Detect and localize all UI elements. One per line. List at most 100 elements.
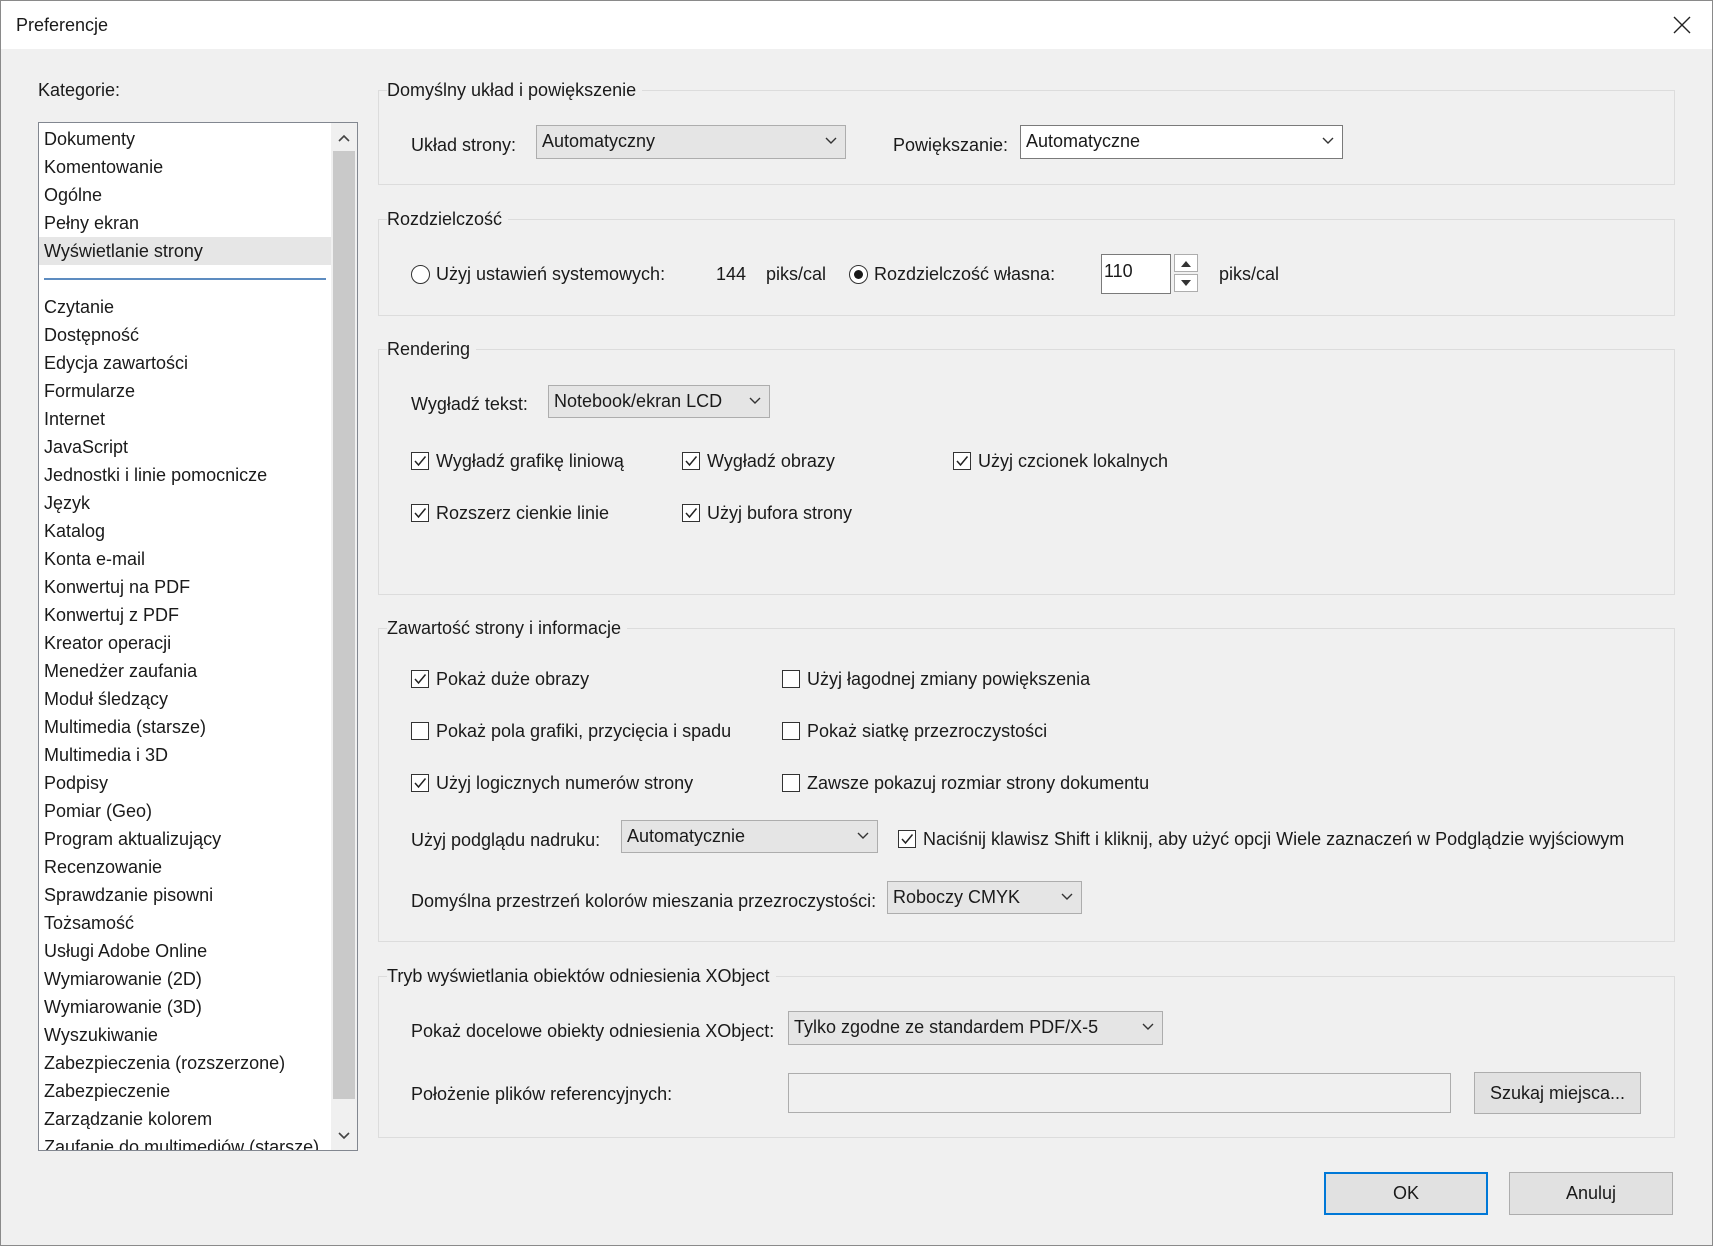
category-item[interactable]: Czytanie <box>39 293 331 321</box>
category-item-komentowanie[interactable]: Komentowanie <box>39 153 331 181</box>
close-button[interactable] <box>1652 1 1712 49</box>
overprint-preview-value: Automatycznie <box>627 826 746 846</box>
category-item[interactable]: Internet <box>39 405 331 433</box>
category-item[interactable]: Język <box>39 489 331 517</box>
category-item-ogolne[interactable]: Ogólne <box>39 181 331 209</box>
category-item[interactable]: Dostępność <box>39 321 331 349</box>
system-resolution-label: Użyj ustawień systemowych: <box>436 264 666 284</box>
category-item[interactable]: Multimedia (starsze) <box>39 713 331 741</box>
spin-down-button[interactable] <box>1174 274 1198 292</box>
xobject-title: Tryb wyświetlania obiektów odniesienia X… <box>387 966 776 987</box>
smooth-text-select[interactable]: Notebook/ekran LCD <box>548 385 770 418</box>
show-transparency-grid-checkbox[interactable] <box>782 722 800 740</box>
ok-button[interactable]: OK <box>1324 1172 1488 1215</box>
category-item[interactable]: Usługi Adobe Online <box>39 937 331 965</box>
category-item[interactable]: Kreator operacji <box>39 629 331 657</box>
category-item[interactable]: Formularze <box>39 377 331 405</box>
category-item-dokumenty[interactable]: Dokumenty <box>39 125 331 153</box>
category-item[interactable]: Edycja zawartości <box>39 349 331 377</box>
category-item[interactable]: Tożsamość <box>39 909 331 937</box>
chevron-down-icon <box>817 126 845 158</box>
cancel-button[interactable]: Anuluj <box>1509 1172 1673 1215</box>
blend-space-label: Domyślna przestrzeń kolorów mieszania pr… <box>411 891 877 911</box>
category-item[interactable]: Zarządzanie kolorem <box>39 1105 331 1133</box>
local-fonts-checkbox[interactable] <box>953 452 971 470</box>
chevron-down-icon <box>1314 126 1342 158</box>
zoom-label: Powiększanie: <box>893 135 1009 155</box>
category-item[interactable]: Multimedia i 3D <box>39 741 331 769</box>
overprint-preview-select[interactable]: Automatycznie <box>621 820 878 853</box>
always-show-doc-size-label: Zawsze pokazuj rozmiar strony dokumentu <box>807 773 1150 793</box>
chevron-down-icon <box>741 386 769 417</box>
categories-scrollbar[interactable] <box>331 123 357 1150</box>
show-large-images-checkbox[interactable] <box>411 670 429 688</box>
always-show-doc-size-checkbox[interactable] <box>782 774 800 792</box>
category-item-wyswietlanie-strony[interactable]: Wyświetlanie strony <box>39 237 331 265</box>
logical-page-numbers-label: Użyj logicznych numerów strony <box>436 773 694 793</box>
category-item[interactable]: Zabezpieczenie <box>39 1077 331 1105</box>
smooth-zoom-label: Użyj łagodnej zmiany powiększenia <box>807 669 1091 689</box>
category-item[interactable]: Recenzowanie <box>39 853 331 881</box>
zoom-value: Automatyczne <box>1026 131 1141 151</box>
scroll-up-button[interactable] <box>331 125 357 151</box>
logical-page-numbers-checkbox[interactable] <box>411 774 429 792</box>
custom-resolution-value: 110 <box>1104 261 1133 281</box>
blend-space-select[interactable]: Roboczy CMYK <box>887 881 1082 914</box>
smooth-line-art-label: Wygładź grafikę liniową <box>436 451 624 471</box>
xobject-show-select[interactable]: Tylko zgodne ze standardem PDF/X-5 <box>788 1011 1163 1045</box>
system-resolution-radio[interactable] <box>411 265 430 284</box>
smooth-line-art-checkbox[interactable] <box>411 452 429 470</box>
category-item[interactable]: Program aktualizujący <box>39 825 331 853</box>
category-item[interactable]: Katalog <box>39 517 331 545</box>
shift-click-checkbox[interactable] <box>898 830 916 848</box>
category-item[interactable]: Pomiar (Geo) <box>39 797 331 825</box>
smooth-text-label: Wygładź tekst: <box>411 394 528 414</box>
smooth-zoom-checkbox[interactable] <box>782 670 800 688</box>
system-resolution-value: 144 <box>716 264 747 284</box>
category-item[interactable]: Konwertuj z PDF <box>39 601 331 629</box>
show-art-trim-bleed-checkbox[interactable] <box>411 722 429 740</box>
category-item[interactable]: Menedżer zaufania <box>39 657 331 685</box>
page-cache-checkbox[interactable] <box>682 504 700 522</box>
category-item-pelny-ekran[interactable]: Pełny ekran <box>39 209 331 237</box>
category-item[interactable]: Wyszukiwanie <box>39 1021 331 1049</box>
category-item[interactable]: Sprawdzanie pisowni <box>39 881 331 909</box>
custom-resolution-unit: piks/cal <box>1219 264 1280 284</box>
category-item[interactable]: Moduł śledzący <box>39 685 331 713</box>
smooth-text-value: Notebook/ekran LCD <box>554 391 723 411</box>
page-layout-value: Automatyczny <box>542 131 656 151</box>
ref-files-label: Położenie plików referencyjnych: <box>411 1084 673 1104</box>
category-item[interactable]: Konta e-mail <box>39 545 331 573</box>
category-item[interactable]: Zabezpieczenia (rozszerzone) <box>39 1049 331 1077</box>
page-layout-select[interactable]: Automatyczny <box>536 125 846 159</box>
smooth-images-checkbox[interactable] <box>682 452 700 470</box>
blend-space-value: Roboczy CMYK <box>893 887 1021 907</box>
xobject-show-value: Tylko zgodne ze standardem PDF/X-5 <box>794 1017 1099 1037</box>
smooth-images-label: Wygładź obrazy <box>707 451 835 471</box>
ref-files-path-field[interactable] <box>788 1073 1451 1113</box>
spin-up-button[interactable] <box>1174 254 1198 272</box>
layout-zoom-title: Domyślny układ i powiększenie <box>387 80 643 101</box>
radio-selected-dot <box>854 270 863 279</box>
category-item[interactable]: Wymiarowanie (2D) <box>39 965 331 993</box>
category-item[interactable]: JavaScript <box>39 433 331 461</box>
title-bar: Preferencje <box>1 1 1712 49</box>
chevron-down-icon <box>1134 1012 1162 1044</box>
category-item[interactable]: Konwertuj na PDF <box>39 573 331 601</box>
scrollbar-thumb[interactable] <box>333 151 355 1099</box>
category-item[interactable]: Zaufanie do multimediów (starsze) <box>39 1133 331 1150</box>
scroll-down-button[interactable] <box>331 1123 357 1149</box>
categories-list[interactable]: Dokumenty Komentowanie Ogólne Pełny ekra… <box>38 122 358 1151</box>
resolution-title: Rozdzielczość <box>387 209 509 230</box>
category-item[interactable]: Jednostki i linie pomocnicze <box>39 461 331 489</box>
browse-button[interactable]: Szukaj miejsca... <box>1474 1072 1641 1114</box>
chevron-down-icon <box>1053 882 1081 913</box>
category-separator <box>44 278 326 280</box>
category-item[interactable]: Wymiarowanie (3D) <box>39 993 331 1021</box>
enhance-thin-lines-checkbox[interactable] <box>411 504 429 522</box>
custom-resolution-radio[interactable] <box>849 265 868 284</box>
shift-click-label: Naciśnij klawisz Shift i kliknij, aby uż… <box>923 829 1625 849</box>
category-item[interactable]: Podpisy <box>39 769 331 797</box>
custom-resolution-input[interactable]: 110 <box>1101 254 1171 294</box>
zoom-select[interactable]: Automatyczne <box>1020 125 1343 159</box>
